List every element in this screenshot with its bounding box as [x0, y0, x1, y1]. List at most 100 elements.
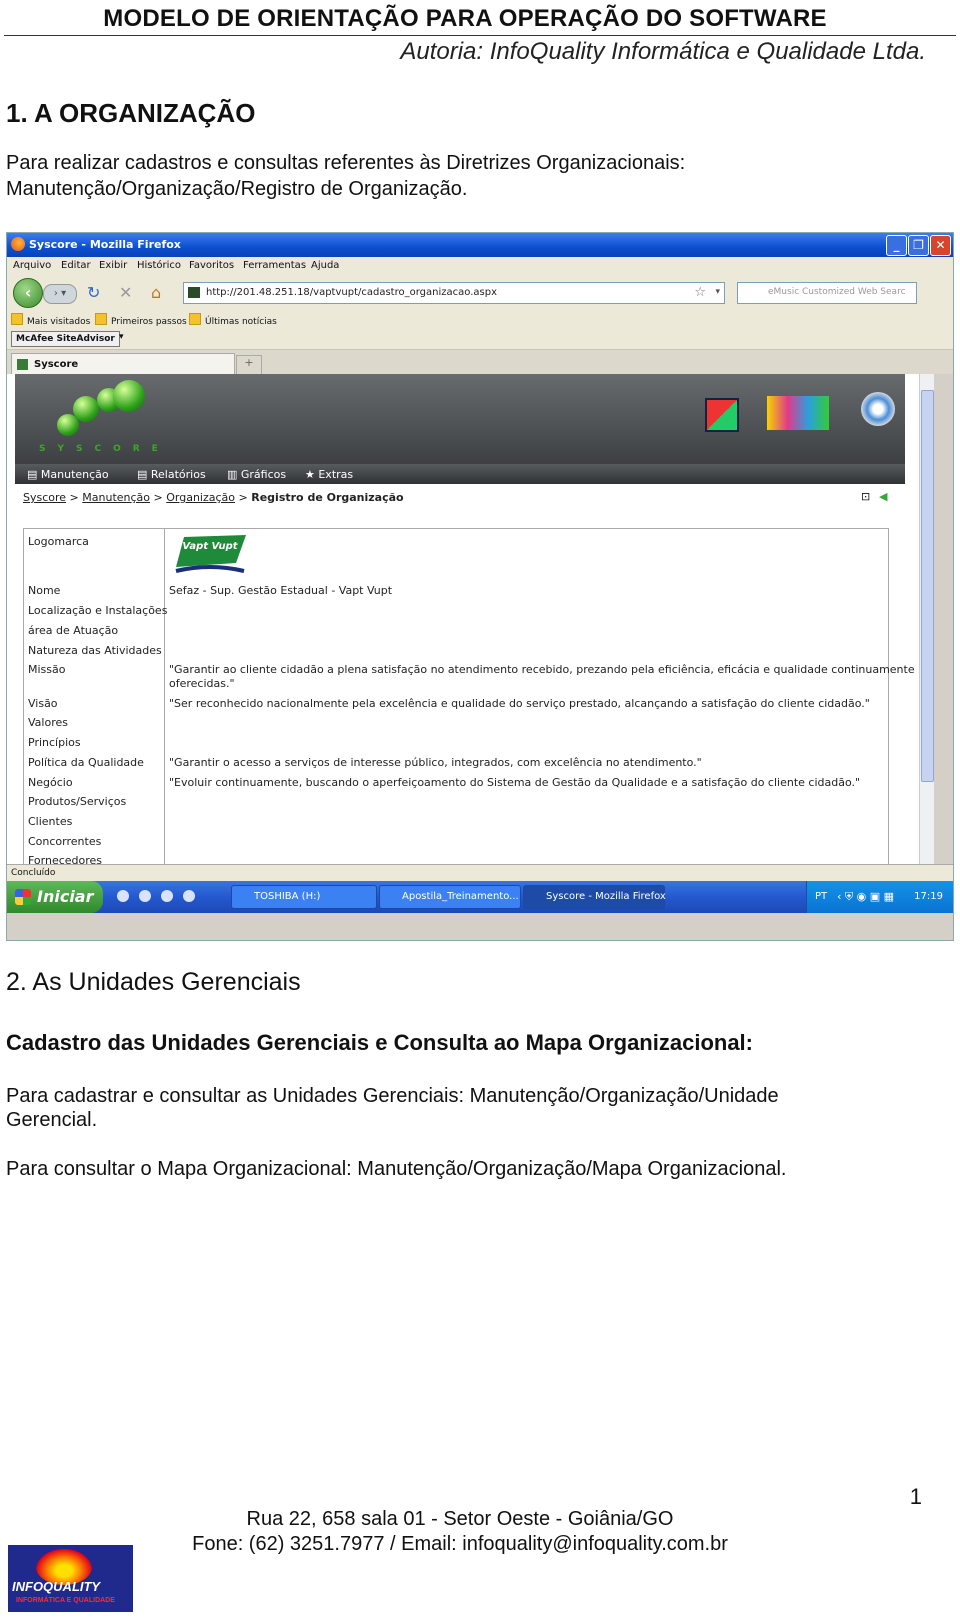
compass-icon	[861, 392, 895, 426]
status-bar: Concluído	[7, 864, 953, 882]
document-title: MODELO DE ORIENTAÇÃO PARA OPERAÇÃO DO SO…	[103, 5, 827, 32]
mcafee-siteadvisor-button[interactable]: McAfee SiteAdvisor	[11, 331, 120, 347]
tab-bar: Syscore +	[7, 350, 953, 375]
label-localizacao: Localização e Instalações	[28, 604, 168, 617]
close-button[interactable]: ✕	[930, 235, 951, 256]
clock: 17:19	[914, 891, 943, 902]
start-label: Iniciar	[37, 887, 94, 906]
scrollbar-thumb[interactable]	[921, 390, 934, 782]
label-clientes: Clientes	[28, 815, 73, 828]
menu-ajuda[interactable]: Ajuda	[311, 260, 339, 271]
vertical-scrollbar[interactable]	[919, 374, 934, 864]
address-url: http://201.48.251.18/vaptvupt/cadastro_o…	[206, 287, 497, 298]
label-logomarca: Logomarca	[28, 535, 89, 548]
taskbar-toshiba-label: TOSHIBA (H:)	[254, 891, 321, 902]
nav-manutencao[interactable]: ▤ Manutenção	[27, 468, 109, 481]
menu-historico[interactable]: Histórico	[137, 260, 181, 271]
nav-graficos[interactable]: ▥ Gráficos	[227, 468, 286, 481]
document-author: Autoria: InfoQuality Informática e Quali…	[400, 38, 926, 65]
breadcrumb-syscore[interactable]: Syscore	[23, 491, 66, 504]
firefox-icon	[11, 237, 25, 251]
label-negocio: Negócio	[28, 776, 73, 789]
bookmark-icon	[95, 313, 107, 325]
tray-icons[interactable]: ‹ ⛨ ◉ ▣ ▦	[837, 890, 894, 904]
label-produtos-servicos: Produtos/Serviços	[28, 795, 127, 808]
footer-contact: Fone: (62) 3251.7977 / Email: infoqualit…	[192, 1533, 728, 1555]
new-tab-button[interactable]: +	[236, 355, 262, 375]
bookmark-mais-visitados[interactable]: Mais visitados	[11, 313, 90, 327]
label-natureza: Natureza das Atividades	[28, 644, 162, 657]
start-button[interactable]: Iniciar	[7, 881, 103, 913]
breadcrumb-organizacao[interactable]: Organização	[166, 491, 235, 504]
value-nome: Sefaz - Sup. Gestão Estadual - Vapt Vupt	[169, 584, 393, 597]
menu-exibir[interactable]: Exibir	[99, 260, 127, 271]
menu-favoritos[interactable]: Favoritos	[189, 260, 234, 271]
title-divider	[4, 35, 956, 36]
syscore-banner: SYSCORE	[15, 374, 905, 464]
label-valores: Valores	[28, 716, 68, 729]
section1-line-1: Para realizar cadastros e consultas refe…	[6, 152, 686, 174]
mcafee-dropdown-icon[interactable]: ▾	[119, 332, 124, 342]
page-content: SYSCORE ▤ Manutenção ▤ Relatórios ▥ Gráf…	[7, 374, 919, 867]
logo-brand-text: INFOQUALITY	[12, 1579, 101, 1594]
menu-arquivo[interactable]: Arquivo	[13, 260, 51, 271]
label-nome: Nome	[28, 584, 61, 597]
status-text: Concluído	[11, 868, 56, 878]
taskbar-syscore-firefox[interactable]: Syscore - Mozilla Firefox	[523, 885, 666, 909]
organization-record: Logomarca Nome Localização e Instalações…	[23, 528, 915, 867]
breadcrumb-current: Registro de Organização	[251, 491, 404, 504]
breadcrumb: Syscore > Manutenção > Organização > Reg…	[23, 491, 404, 504]
bookmark-ultimas-noticias[interactable]: Últimas notícias	[189, 313, 277, 327]
forward-button[interactable]: › ▾	[43, 284, 77, 304]
section2-para1-line1: Para cadastrar e consultar as Unidades G…	[6, 1085, 779, 1107]
maximize-icon[interactable]: ⊡	[861, 490, 870, 503]
footer-address: Rua 22, 658 sala 01 - Setor Oeste - Goiâ…	[246, 1508, 674, 1530]
taskbar-toshiba[interactable]: TOSHIBA (H:)	[231, 885, 377, 909]
bookmark-icon	[11, 313, 23, 325]
system-tray: PT ‹ ⛨ ◉ ▣ ▦ 17:19	[806, 881, 953, 913]
syscore-nav-menu: ▤ Manutenção ▤ Relatórios ▥ Gráficos ★ E…	[15, 464, 905, 484]
nav-extras[interactable]: ★ Extras	[305, 468, 353, 481]
logo-ball	[73, 396, 99, 422]
taskbar-apostila-label: Apostila_Treinamento...	[402, 891, 519, 902]
taskbar-syscore-label: Syscore - Mozilla Firefox	[546, 891, 666, 902]
quicklaunch-icon[interactable]	[117, 890, 129, 902]
value-missao-line1: "Garantir ao cliente cidadão a plena sat…	[169, 663, 915, 676]
minimize-button[interactable]: _	[886, 235, 907, 256]
home-icon[interactable]: ⌂	[151, 283, 161, 302]
maximize-button[interactable]: ❐	[908, 235, 929, 256]
cube-icon	[705, 398, 739, 432]
window-titlebar: Syscore - Mozilla Firefox _ ❐ ✕	[7, 233, 953, 257]
value-visao: "Ser reconhecido nacionalmente pela exce…	[169, 697, 870, 710]
value-negocio: "Evoluir continuamente, buscando o aperf…	[169, 776, 861, 789]
stop-icon[interactable]: ✕	[119, 283, 132, 302]
quicklaunch-icon[interactable]	[183, 890, 195, 902]
taskbar-apostila[interactable]: Apostila_Treinamento...	[379, 885, 521, 909]
back-button[interactable]: ‹	[13, 278, 43, 308]
bookmark-primeiros-passos[interactable]: Primeiros passos	[95, 313, 187, 327]
back-arrow-icon[interactable]: ◀	[879, 490, 887, 503]
tab-syscore[interactable]: Syscore	[11, 353, 235, 375]
bookmark-star-icon[interactable]: ☆	[694, 285, 706, 300]
address-bar[interactable]: http://201.48.251.18/vaptvupt/cadastro_o…	[183, 282, 725, 304]
browser-screenshot: Syscore - Mozilla Firefox _ ❐ ✕ Arquivo …	[6, 232, 954, 941]
menu-ferramentas[interactable]: Ferramentas	[243, 260, 306, 271]
menu-editar[interactable]: Editar	[61, 260, 91, 271]
section-subheading-cadastro: Cadastro das Unidades Gerenciais e Consu…	[6, 1030, 753, 1055]
search-input[interactable]: eMusic Customized Web Searc	[737, 282, 917, 304]
nav-relatorios[interactable]: ▤ Relatórios	[137, 468, 206, 481]
quicklaunch-icon[interactable]	[161, 890, 173, 902]
breadcrumb-manutencao[interactable]: Manutenção	[82, 491, 150, 504]
language-indicator[interactable]: PT	[815, 891, 827, 902]
section-heading-unidades: 2. As Unidades Gerenciais	[6, 968, 301, 996]
section1-line-2: Manutenção/Organização/Registro de Organ…	[6, 178, 468, 200]
reload-icon[interactable]: ↻	[87, 283, 100, 302]
value-missao-line2: oferecidas."	[169, 677, 235, 690]
rss-icon	[189, 313, 201, 325]
url-dropdown-icon[interactable]: ▾	[715, 287, 720, 297]
value-politica: "Garantir o acesso a serviços de interes…	[169, 756, 702, 769]
quicklaunch-icon[interactable]	[139, 890, 151, 902]
syscore-logo-text: SYSCORE	[39, 444, 170, 454]
window-title: Syscore - Mozilla Firefox	[29, 238, 181, 251]
search-placeholder: eMusic Customized Web Searc	[768, 287, 906, 297]
